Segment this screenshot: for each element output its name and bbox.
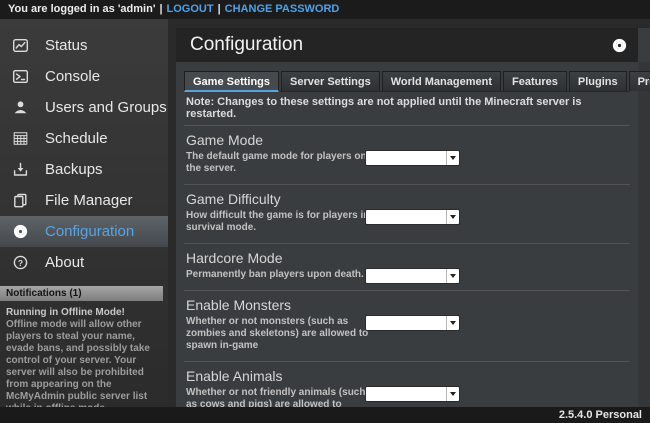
sidebar-item-console[interactable]: Console [0,61,168,92]
chevron-down-icon [446,269,459,283]
setting-select-enable-monsters[interactable] [365,315,460,331]
sidebar-item-label: Configuration [45,223,134,240]
sidebar-item-schedule[interactable]: Schedule [0,123,168,154]
notification-body-text: Offline mode will allow other players to… [6,319,157,415]
notifications-panel: Notifications (1) Running in Offline Mod… [0,286,163,415]
status-bar: 2.5.4.0 Personal [0,407,650,423]
setting-select-game-difficulty[interactable] [365,209,460,225]
notification-item: Running in Offline Mode! Offline mode wi… [0,301,163,415]
sidebar-item-about[interactable]: ? About [0,247,168,278]
gear-icon [12,223,29,240]
schedule-icon [12,130,29,147]
sidebar-item-label: File Manager [45,192,133,209]
version-label: 2.5.4.0 Personal [559,409,642,421]
configuration-panel: Configuration Game SettingsServer Settin… [176,28,650,407]
tab-world-management[interactable]: World Management [382,71,501,91]
gear-icon[interactable] [611,37,628,54]
chevron-down-icon [446,210,459,224]
sidebar-item-configuration[interactable]: Configuration [0,216,168,247]
console-icon [12,68,29,85]
panel-content: Game SettingsServer SettingsWorld Manage… [176,62,638,407]
setting-name: Enable Animals [186,367,628,385]
logout-link[interactable]: LOGOUT [167,3,214,15]
setting-select-enable-animals[interactable] [365,386,460,402]
chevron-down-icon [446,387,459,401]
page-title: Configuration [190,34,611,56]
status-icon [12,37,29,54]
setting-row-game-mode: Game Mode The default game mode for playe… [184,126,630,185]
chevron-down-icon [446,316,459,330]
sidebar-item-label: Console [45,68,100,85]
notification-title: Running in Offline Mode! [6,307,157,319]
sidebar-item-label: Backups [45,161,103,178]
svg-text:?: ? [18,258,23,268]
main-layout: Status Console Users and Groups Schedule Bac… [0,19,650,407]
setting-description: Whether or not monsters (such as zombies… [186,316,370,352]
logged-in-text: You are logged in as 'admin' [8,3,155,15]
restart-note: Note: Changes to these settings are not … [184,92,630,126]
backups-icon [12,161,29,178]
settings-list: Game Mode The default game mode for playe… [184,126,630,407]
setting-description: Whether or not friendly animals (such as… [186,387,370,407]
setting-row-hardcore-mode: Hardcore Mode Permanently ban players upo… [184,244,630,291]
setting-name: Game Mode [186,131,628,149]
file-manager-icon [12,192,29,209]
setting-name: Enable Monsters [186,296,628,314]
sidebar-item-backups[interactable]: Backups [0,154,168,185]
tab-bar: Game SettingsServer SettingsWorld Manage… [184,71,630,92]
sidebar-item-file-manager[interactable]: File Manager [0,185,168,216]
setting-row-enable-monsters: Enable Monsters Whether or not monsters (… [184,291,630,362]
tab-game-settings[interactable]: Game Settings [184,71,279,92]
setting-description: How difficult the game is for players in… [186,210,370,234]
sidebar-item-status[interactable]: Status [0,30,168,61]
setting-name: Hardcore Mode [186,249,628,267]
users-icon [12,99,29,116]
top-bar: You are logged in as 'admin'|LOGOUT|CHAN… [0,0,650,19]
sidebar-menu: Status Console Users and Groups Schedule Bac… [0,30,168,278]
sidebar-item-label: Status [45,37,88,54]
sidebar-item-label: Users and Groups [45,99,167,116]
sidebar-item-label: About [45,254,84,271]
separator: | [214,3,225,15]
tab-preferences[interactable]: Preferences [629,71,650,91]
change-password-link[interactable]: CHANGE PASSWORD [225,3,340,15]
scrollbar-gutter[interactable] [638,62,650,407]
sidebar-item-users-and-groups[interactable]: Users and Groups [0,92,168,123]
setting-row-game-difficulty: Game Difficulty How difficult the game is… [184,185,630,244]
setting-select-hardcore-mode[interactable] [365,268,460,284]
chevron-down-icon [446,151,459,165]
separator: | [155,3,166,15]
setting-name: Game Difficulty [186,190,628,208]
setting-description: The default game mode for players on the… [186,151,370,175]
setting-description: Permanently ban players upon death. [186,269,370,281]
setting-select-game-mode[interactable] [365,150,460,166]
sidebar: Status Console Users and Groups Schedule Bac… [0,19,168,407]
question-icon: ? [12,254,29,271]
notifications-header: Notifications (1) [0,286,163,301]
panel-header: Configuration [176,28,638,62]
setting-row-enable-animals: Enable Animals Whether or not friendly an… [184,362,630,407]
sidebar-item-label: Schedule [45,130,108,147]
tab-features[interactable]: Features [503,71,567,91]
tab-plugins[interactable]: Plugins [569,71,627,91]
tab-server-settings[interactable]: Server Settings [281,71,380,91]
